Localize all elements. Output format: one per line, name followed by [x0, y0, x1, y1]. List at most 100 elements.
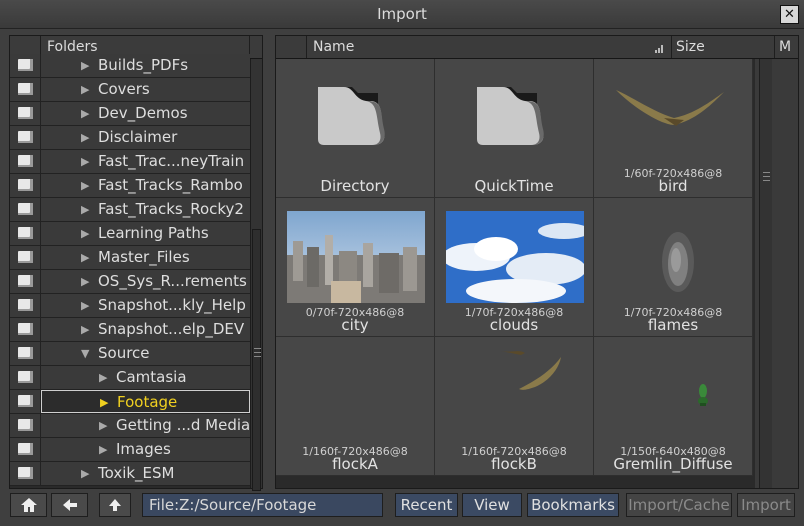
- folder-label: Covers: [98, 80, 150, 98]
- file-header: Name Size M: [276, 36, 798, 59]
- collapsed-arrow-icon[interactable]: ▶: [81, 107, 89, 120]
- collapsed-arrow-icon[interactable]: ▶: [81, 179, 89, 192]
- folder-row[interactable]: ▶ Fast_Tracks_Rocky2: [10, 198, 250, 222]
- collapsed-arrow-icon[interactable]: ▶: [81, 155, 89, 168]
- collapsed-arrow-icon[interactable]: ▶: [99, 371, 107, 384]
- folder-label: Camtasia: [116, 368, 187, 386]
- window-title: Import: [377, 5, 427, 23]
- folder-row-body[interactable]: ▶ Covers: [41, 78, 250, 101]
- up-button[interactable]: [99, 493, 131, 517]
- view-button[interactable]: View: [462, 493, 522, 517]
- collapsed-arrow-icon[interactable]: ▶: [81, 131, 89, 144]
- folder-icon: [10, 438, 41, 461]
- file-tile[interactable]: Directory: [276, 59, 435, 198]
- folder-row[interactable]: ▶ Disclaimer: [10, 126, 250, 150]
- folder-row[interactable]: ▶ Footage: [10, 390, 250, 414]
- folder-row-body[interactable]: ▶ Dev_Demos: [41, 102, 250, 125]
- files-scrollbar[interactable]: [759, 59, 772, 488]
- collapsed-arrow-icon[interactable]: ▶: [81, 59, 89, 72]
- folder-row[interactable]: ▶ Fast_Trac...neyTrain: [10, 150, 250, 174]
- collapsed-arrow-icon[interactable]: ▶: [100, 396, 108, 409]
- folders-scroll-thumb[interactable]: [252, 229, 261, 491]
- name-column-header[interactable]: Name: [307, 36, 672, 58]
- folder-icon: [10, 150, 41, 173]
- folders-scrollbar[interactable]: [250, 59, 262, 491]
- close-button[interactable]: ✕: [780, 5, 799, 24]
- folder-row[interactable]: ▶ Builds_PDFs: [10, 54, 250, 78]
- bookmarks-button[interactable]: Bookmarks: [527, 493, 619, 517]
- file-tile[interactable]: 1/160f-720x486@8 flockA: [276, 337, 435, 476]
- collapsed-arrow-icon[interactable]: ▶: [81, 323, 89, 336]
- folder-icon: [10, 414, 41, 437]
- file-tile[interactable]: 1/70f-720x486@8 clouds: [435, 198, 594, 337]
- file-name: clouds: [489, 316, 539, 334]
- folder-label: Fast_Tracks_Rambo: [98, 176, 243, 194]
- import-button[interactable]: Import: [737, 493, 795, 517]
- folder-row-body[interactable]: ▶ Snapshot...kly_Help: [41, 294, 250, 317]
- collapsed-arrow-icon[interactable]: ▶: [81, 83, 89, 96]
- file-tile[interactable]: 1/60f-720x486@8 bird: [594, 59, 753, 198]
- expanded-arrow-icon[interactable]: ▼: [81, 347, 89, 360]
- collapsed-arrow-icon[interactable]: ▶: [81, 251, 89, 264]
- folder-row[interactable]: ▶ Getting ...d Media: [10, 414, 250, 438]
- folder-row[interactable]: ▶ Covers: [10, 78, 250, 102]
- folder-row[interactable]: ▶ Snapshot...elp_DEV: [10, 318, 250, 342]
- collapsed-arrow-icon[interactable]: ▶: [99, 443, 107, 456]
- collapsed-arrow-icon[interactable]: ▶: [81, 299, 89, 312]
- home-button[interactable]: [10, 493, 47, 517]
- file-tile[interactable]: 1/70f-720x486@8 flames: [594, 198, 753, 337]
- folder-row-body[interactable]: ▶ OS_Sys_R...rements: [41, 270, 250, 293]
- folder-row[interactable]: ▶ Toxik_ESM: [10, 462, 250, 486]
- more-column-label: M: [779, 39, 792, 55]
- city-thumb: [287, 211, 425, 303]
- folder-label: Footage: [117, 393, 178, 411]
- folder-row-body[interactable]: ▼ Source: [41, 342, 250, 365]
- folder-row[interactable]: ▶ Images: [10, 438, 250, 462]
- folder-icon: [10, 318, 41, 341]
- collapsed-arrow-icon[interactable]: ▶: [81, 203, 89, 216]
- import-cache-button[interactable]: Import/Cache: [626, 493, 732, 517]
- collapsed-arrow-icon[interactable]: ▶: [99, 419, 107, 432]
- folder-row[interactable]: ▶ Learning Paths: [10, 222, 250, 246]
- folder-row[interactable]: ▼ Source: [10, 342, 250, 366]
- folder-row[interactable]: ▶ Dev_Demos: [10, 102, 250, 126]
- folder-label: Fast_Tracks_Rocky2: [98, 200, 244, 218]
- collapsed-arrow-icon[interactable]: ▶: [81, 275, 89, 288]
- size-column-header[interactable]: Size: [672, 36, 775, 58]
- collapsed-arrow-icon[interactable]: ▶: [81, 227, 89, 240]
- collapsed-arrow-icon[interactable]: ▶: [81, 467, 89, 480]
- folder-label: OS_Sys_R...rements: [98, 272, 247, 290]
- folder-row[interactable]: ▶ Fast_Tracks_Rambo: [10, 174, 250, 198]
- folder-row-body[interactable]: ▶ Disclaimer: [41, 126, 250, 149]
- folder-row-body[interactable]: ▶ Footage: [41, 390, 250, 413]
- folder-icon: [10, 462, 41, 485]
- folder-row[interactable]: ▶ Snapshot...kly_Help: [10, 294, 250, 318]
- file-tile[interactable]: 0/70f-720x486@8 city: [276, 198, 435, 337]
- folder-row-body[interactable]: ▶ Builds_PDFs: [41, 54, 250, 77]
- recent-button[interactable]: Recent: [395, 493, 458, 517]
- file-name: Gremlin_Diffuse: [613, 455, 733, 473]
- file-tile[interactable]: QuickTime: [435, 59, 594, 198]
- folder-row-body[interactable]: ▶ Fast_Tracks_Rambo: [41, 174, 250, 197]
- folder-row[interactable]: ▶ Camtasia: [10, 366, 250, 390]
- folder-row-body[interactable]: ▶ Fast_Trac...neyTrain: [41, 150, 250, 173]
- name-column-label: Name: [313, 39, 355, 55]
- folder-row-body[interactable]: ▶ Camtasia: [41, 366, 250, 389]
- folder-row-body[interactable]: ▶ Toxik_ESM: [41, 462, 250, 485]
- folder-row-body[interactable]: ▶ Master_Files: [41, 246, 250, 269]
- flames-thumb: [662, 232, 694, 292]
- folder-thumb-icon: [477, 87, 544, 145]
- back-button[interactable]: [51, 493, 88, 517]
- path-field[interactable]: File:Z:/Source/Footage: [142, 493, 383, 517]
- folder-row-body[interactable]: ▶ Learning Paths: [41, 222, 250, 245]
- file-header-icon-col: [276, 36, 307, 58]
- file-tile[interactable]: 1/160f-720x486@8 flockB: [435, 337, 594, 476]
- folder-row[interactable]: ▶ OS_Sys_R...rements: [10, 270, 250, 294]
- folder-row-body[interactable]: ▶ Fast_Tracks_Rocky2: [41, 198, 250, 221]
- folder-row-body[interactable]: ▶ Images: [41, 438, 250, 461]
- folder-row[interactable]: ▶ Master_Files: [10, 246, 250, 270]
- more-column-header[interactable]: M: [775, 36, 798, 58]
- file-tile[interactable]: 1/150f-640x480@8 Gremlin_Diffuse: [594, 337, 753, 476]
- folder-row-body[interactable]: ▶ Getting ...d Media: [41, 414, 250, 437]
- folder-row-body[interactable]: ▶ Snapshot...elp_DEV: [41, 318, 250, 341]
